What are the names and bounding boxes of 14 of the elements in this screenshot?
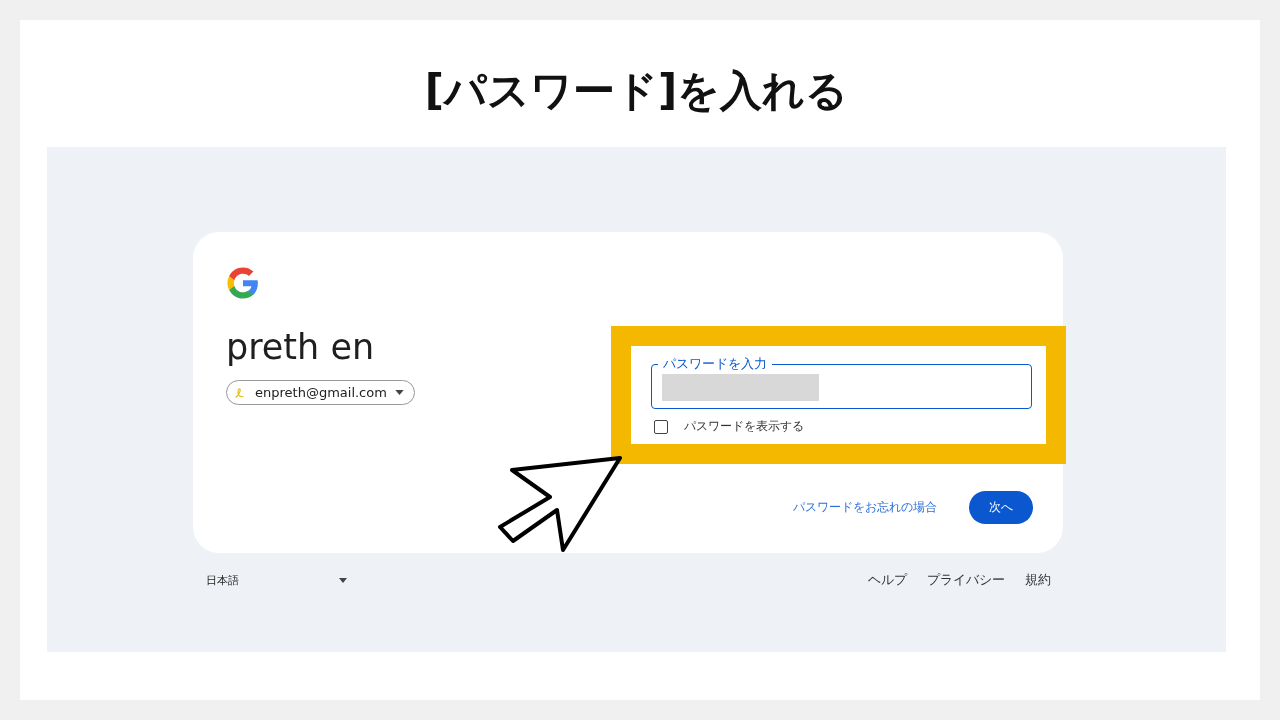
footer-link[interactable]: プライバシー bbox=[927, 571, 1005, 590]
footer-link[interactable]: 規約 bbox=[1025, 571, 1051, 590]
footer-link[interactable]: ヘルプ bbox=[868, 571, 907, 590]
checkbox[interactable] bbox=[654, 419, 668, 434]
caret-icon bbox=[394, 390, 404, 396]
next-button[interactable]: 次へ bbox=[969, 491, 1033, 525]
language-select[interactable]: 日本語 bbox=[206, 572, 347, 588]
caret-icon bbox=[339, 577, 347, 583]
g-logo-icon bbox=[226, 266, 260, 301]
account-name: preth en bbox=[226, 326, 375, 369]
account-chip[interactable]: enpreth@gmail.com bbox=[226, 380, 415, 406]
slide-title: [パスワード]を入れる bbox=[424, 68, 849, 115]
forgot-password-link[interactable]: パスワードをお忘れの場合 bbox=[793, 499, 937, 517]
checkbox-label: パスワードを表示する bbox=[684, 418, 804, 436]
